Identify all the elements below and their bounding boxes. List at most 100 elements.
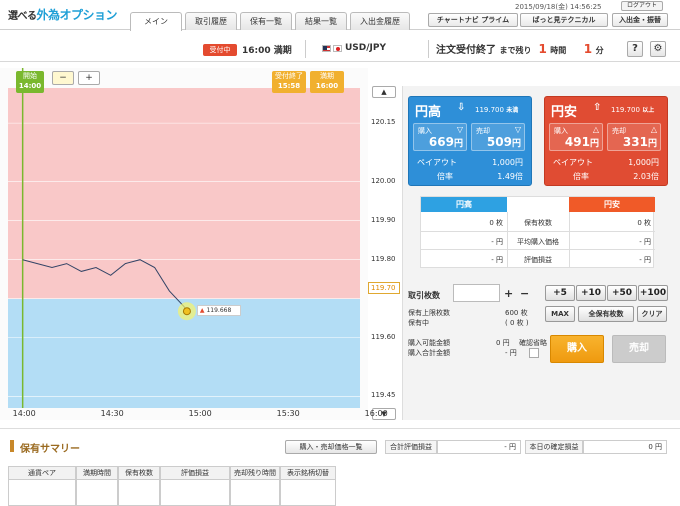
chevron-up-icon: △ bbox=[650, 125, 657, 134]
table-cell bbox=[118, 480, 160, 506]
ratio-value: 1.49倍 bbox=[497, 172, 523, 181]
yendaka-buy-value: 669 bbox=[428, 135, 454, 149]
upper-zone bbox=[8, 88, 360, 299]
payout-value: 1,000円 bbox=[628, 158, 659, 167]
yendaka-sell-value: 509 bbox=[486, 135, 512, 149]
scroll-up-icon[interactable]: ▲ bbox=[372, 86, 396, 98]
zoom-in-icon[interactable]: + bbox=[78, 71, 100, 85]
add-5-button[interactable]: +5 bbox=[545, 285, 575, 301]
qty-input[interactable] bbox=[453, 284, 500, 302]
x-tick-label: 14:00 bbox=[12, 409, 36, 418]
expiry-select[interactable]: 16:00 満期 bbox=[242, 43, 292, 56]
chevron-down-icon: ▽ bbox=[514, 125, 521, 134]
ratio-label: 倍率 bbox=[437, 172, 453, 181]
jp-flag-icon bbox=[333, 45, 342, 52]
clear-button[interactable]: クリア bbox=[637, 306, 667, 322]
yenyasu-buy-box[interactable]: 購入 △ 491円 bbox=[549, 123, 603, 151]
down-arrow-icon: ⇩ bbox=[457, 102, 466, 113]
hours-unit: 時間 bbox=[550, 46, 567, 55]
tab-main[interactable]: メイン bbox=[130, 12, 182, 31]
yenyasu-sell-box[interactable]: 売却 △ 331円 bbox=[607, 123, 661, 151]
buy-button[interactable]: 購入 bbox=[550, 335, 604, 363]
max-button[interactable]: MAX bbox=[545, 306, 575, 322]
minutes-unit: 分 bbox=[595, 46, 604, 55]
summary-accent bbox=[10, 440, 14, 452]
eval-total-value: - 円 bbox=[437, 440, 521, 454]
minutes-value: 1 bbox=[583, 42, 593, 56]
x-tick-label: 15:00 bbox=[188, 409, 212, 418]
pending-value: ( 0 枚 ) bbox=[505, 319, 529, 327]
yendaka-sell-box[interactable]: 売却 ▽ 509円 bbox=[471, 123, 525, 151]
y-tick-label: 119.90 bbox=[371, 215, 396, 224]
order-status: 注文受付終了 まで残り 1 時間 1 分 bbox=[436, 41, 604, 56]
yendaka-card[interactable]: 円高 ⇩ 119.700 未満 購入 ▽ 669円 売却 ▽ 509円 ペイアウ… bbox=[408, 96, 532, 186]
maturity-label-text: 満期 bbox=[320, 72, 334, 80]
zoom-out-icon[interactable]: − bbox=[52, 71, 74, 85]
end-label: 受付終了 15:58 bbox=[272, 71, 306, 93]
yenyasu-cond: 以上 bbox=[642, 107, 655, 114]
marker-price-label: ▲ 119.668 bbox=[196, 305, 241, 317]
logout-button[interactable]: ログアウト bbox=[621, 1, 663, 11]
remaining-label: まで残り bbox=[499, 46, 532, 55]
end-time: 15:58 bbox=[277, 82, 301, 90]
tab-results[interactable]: 結果一覧 bbox=[295, 12, 347, 30]
summary-title: 保有サマリー bbox=[20, 444, 80, 455]
yenyasu-sell-value: 331 bbox=[622, 135, 648, 149]
price-list-button[interactable]: 購入・売却価格一覧 bbox=[285, 440, 377, 454]
payout-value: 1,000円 bbox=[492, 158, 523, 167]
row-divider bbox=[421, 249, 655, 250]
limit-label: 保有上限枚数 bbox=[408, 309, 450, 317]
currency-pair-select[interactable]: USD/JPY bbox=[345, 43, 386, 53]
start-label-text: 開始 bbox=[23, 72, 37, 80]
settings-gear-icon[interactable]: ⚙ bbox=[650, 41, 666, 57]
col-currency-pair: 通貨ペア bbox=[8, 466, 76, 480]
info-head-yendaka: 円高 bbox=[421, 197, 507, 212]
add-100-button[interactable]: +100 bbox=[638, 285, 668, 301]
add-50-button[interactable]: +50 bbox=[607, 285, 637, 301]
y-tick-label: 119.45 bbox=[371, 391, 396, 400]
payout-label: ペイアウト bbox=[553, 158, 593, 167]
holdings-info-table: 円高 円安 0 枚 保有枚数 0 枚 - 円 平均購入価格 - 円 - 円 評価… bbox=[420, 196, 655, 268]
start-time: 14:00 bbox=[18, 82, 42, 90]
marker-price: 119.668 bbox=[206, 307, 232, 315]
technical-button[interactable]: ばっと見テクニカル bbox=[520, 13, 608, 27]
plus-button[interactable]: + bbox=[504, 287, 513, 300]
deposit-transfer-button[interactable]: 入出金・振替 bbox=[612, 13, 668, 27]
confirm-skip-checkbox[interactable] bbox=[529, 348, 539, 358]
sell-button[interactable]: 売却 bbox=[612, 335, 666, 363]
eval-pl-yenyasu: - 円 bbox=[639, 256, 651, 264]
confirm-skip-label: 確認省略 bbox=[519, 339, 547, 347]
x-tick-label: 14:30 bbox=[100, 409, 124, 418]
table-cell bbox=[230, 480, 280, 506]
add-10-button[interactable]: +10 bbox=[576, 285, 606, 301]
help-button[interactable]: ? bbox=[627, 41, 643, 57]
tab-holdings[interactable]: 保有一覧 bbox=[240, 12, 292, 30]
table-cell bbox=[160, 480, 230, 506]
pending-label: 保有中 bbox=[408, 319, 429, 327]
logo-main: 外為オプション bbox=[36, 8, 118, 22]
app-logo: 選べる外為オプション bbox=[8, 6, 118, 23]
unit: 円 bbox=[453, 139, 463, 149]
yenyasu-title: 円安 bbox=[551, 105, 578, 120]
maturity-label: 満期 16:00 bbox=[310, 71, 344, 93]
table-cell bbox=[8, 480, 76, 506]
x-tick-label: 15:30 bbox=[276, 409, 300, 418]
available-value: 0 円 bbox=[496, 339, 510, 347]
avg-price-yendaka: - 円 bbox=[491, 238, 503, 246]
limit-value: 600 枚 bbox=[505, 309, 528, 317]
ratio-value: 2.03倍 bbox=[633, 172, 659, 181]
tab-trade-history[interactable]: 取引履歴 bbox=[185, 12, 237, 30]
col-maturity: 満期時間 bbox=[76, 466, 118, 480]
all-holdings-button[interactable]: 全保有枚数 bbox=[578, 306, 634, 322]
minus-button[interactable]: − bbox=[520, 287, 529, 300]
yenyasu-card[interactable]: 円安 ⇧ 119.700 以上 購入 △ 491円 売却 △ 331円 ペイアウ… bbox=[544, 96, 668, 186]
chart-navi-button[interactable]: チャートナビ プライム bbox=[428, 13, 518, 27]
y-tick-label: 119.80 bbox=[371, 254, 396, 263]
end-label-text: 受付終了 bbox=[275, 72, 303, 80]
yendaka-buy-box[interactable]: 購入 ▽ 669円 bbox=[413, 123, 467, 151]
total-value: - 円 bbox=[505, 349, 517, 357]
unit: 円 bbox=[511, 139, 521, 149]
divider bbox=[305, 40, 306, 58]
tab-deposit-history[interactable]: 入出金履歴 bbox=[350, 12, 410, 30]
y-tick-label: 119.60 bbox=[371, 332, 396, 341]
